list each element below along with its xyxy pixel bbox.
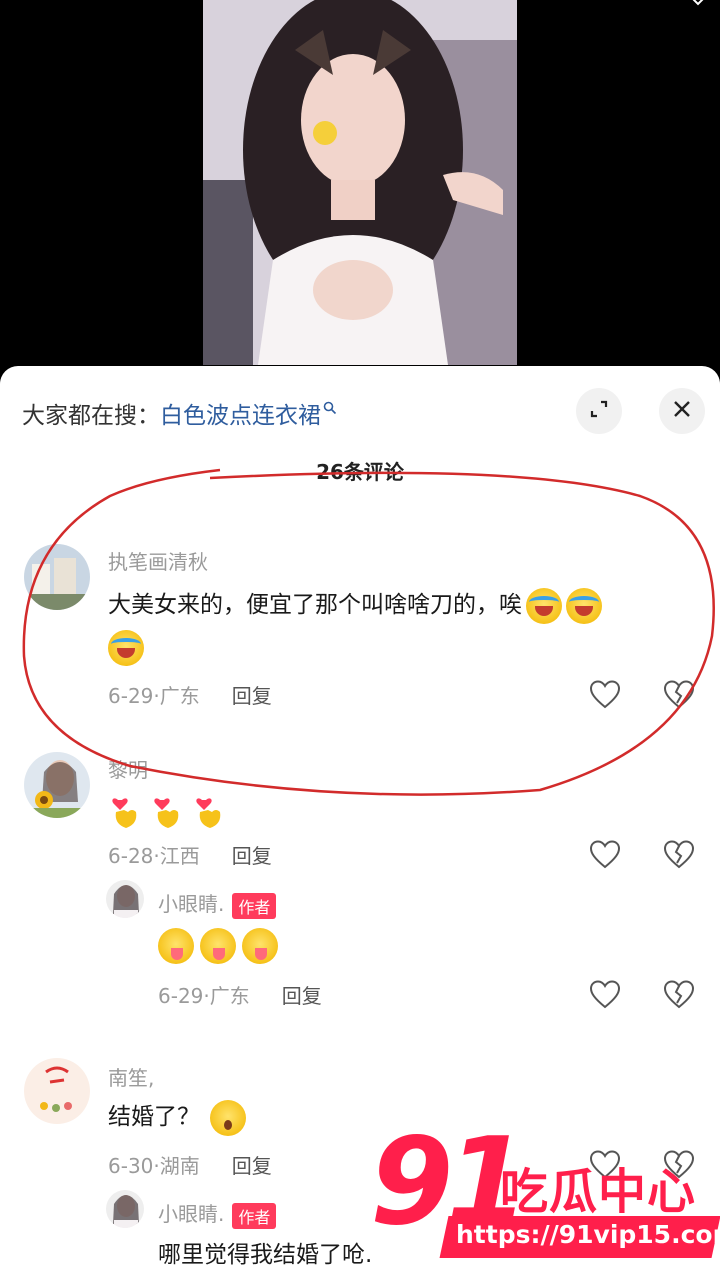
avatar[interactable] — [106, 1190, 144, 1228]
laugh-cry-emoji-icon — [108, 629, 144, 666]
video-frame-illustration — [203, 0, 517, 365]
reply-button[interactable]: 回复 — [232, 680, 272, 709]
laugh-cry-emoji-icon — [526, 587, 562, 624]
reply-username-text[interactable]: 小眼睛. — [158, 1202, 224, 1226]
reply-text: 哪里觉得我结婚了呛. — [158, 1242, 373, 1268]
comment-item: 黎明 6-28·江西 回复 小眼睛. 作者 6-29·广东 回复 — [0, 750, 720, 1040]
reply-username-text[interactable]: 小眼睛. — [158, 892, 224, 916]
search-suggestion[interactable]: 大家都在搜： 白色波点连衣裙 — [22, 396, 337, 430]
reply-meta: 6-29·广东 回复 — [158, 980, 322, 1009]
close-button[interactable] — [659, 388, 705, 434]
tongue-out-emoji-icon — [200, 927, 236, 964]
reply-date-location: 6-29·广东 — [158, 984, 250, 1008]
comment-text: 大美女来的，便宜了那个叫啥啥刀的，唉 — [108, 584, 708, 668]
expand-icon — [588, 398, 610, 424]
comment-date-location: 6-28·江西 — [108, 844, 200, 868]
dislike-broken-heart-icon[interactable] — [662, 838, 696, 872]
search-icon — [323, 400, 337, 419]
comment-meta: 6-29·广东 回复 — [108, 680, 272, 709]
comment-text-content: 大美女来的，便宜了那个叫啥啥刀的，唉 — [108, 592, 522, 618]
expand-button[interactable] — [576, 388, 622, 434]
comment-meta: 6-28·江西 回复 — [108, 840, 272, 869]
avatar[interactable] — [106, 880, 144, 918]
reply-button[interactable]: 回复 — [232, 840, 272, 869]
watermark-url: https://91vip15.com — [456, 1220, 720, 1249]
finger-heart-emoji-icon — [192, 794, 228, 830]
comment-username[interactable]: 南笙, — [108, 1062, 154, 1091]
dislike-broken-heart-icon[interactable] — [662, 978, 696, 1012]
comments-count-title: 26条评论 — [316, 460, 404, 484]
comment-date-location: 6-30·湖南 — [108, 1154, 200, 1178]
avatar[interactable] — [24, 544, 90, 610]
tongue-out-emoji-icon — [158, 927, 194, 964]
video-preview-area[interactable] — [0, 0, 720, 372]
comment-username[interactable]: 黎明 — [108, 754, 148, 783]
finger-heart-emoji-icon — [108, 794, 144, 830]
reply-text — [158, 924, 278, 966]
comment-date-location: 6-29·广东 — [108, 684, 200, 708]
tongue-out-emoji-icon — [242, 927, 278, 964]
dislike-broken-heart-icon[interactable] — [662, 678, 696, 712]
watermark-name: 吃瓜中心 — [500, 1164, 697, 1220]
laugh-cry-emoji-icon — [566, 587, 602, 624]
search-prefix: 大家都在搜： — [22, 403, 160, 429]
reply-button[interactable]: 回复 — [282, 980, 322, 1009]
reply-button[interactable]: 回复 — [232, 1150, 272, 1179]
shocked-emoji-icon — [210, 1099, 246, 1136]
comment-text-content: 结婚了？ — [108, 1104, 200, 1130]
comment-item: 执笔画清秋 大美女来的，便宜了那个叫啥啥刀的，唉 6-29·广东 回复 — [0, 542, 720, 722]
video-thumbnail[interactable] — [203, 0, 517, 365]
comment-username[interactable]: 执笔画清秋 — [108, 546, 208, 575]
comment-meta: 6-30·湖南 回复 — [108, 1150, 272, 1179]
avatar[interactable] — [24, 752, 90, 818]
like-heart-icon[interactable] — [588, 678, 622, 712]
search-keyword[interactable]: 白色波点连衣裙 — [160, 396, 321, 430]
avatar[interactable] — [24, 1058, 90, 1124]
like-heart-icon[interactable] — [588, 978, 622, 1012]
author-reply: 小眼睛. 作者 6-29·广东 回复 — [0, 874, 720, 1024]
comment-text: 结婚了？ — [108, 1096, 246, 1138]
comment-text — [108, 790, 228, 832]
close-icon — [671, 398, 693, 424]
author-badge: 作者 — [232, 892, 277, 919]
reply-username: 小眼睛. 作者 — [158, 1198, 277, 1229]
reply-username: 小眼睛. 作者 — [158, 888, 277, 919]
like-heart-icon[interactable] — [588, 838, 622, 872]
site-watermark: 91 吃瓜中心 https://91vip15.com — [360, 1118, 720, 1280]
finger-heart-emoji-icon — [150, 794, 186, 830]
author-badge: 作者 — [232, 1202, 277, 1229]
top-right-corner-icon[interactable] — [690, 0, 706, 10]
